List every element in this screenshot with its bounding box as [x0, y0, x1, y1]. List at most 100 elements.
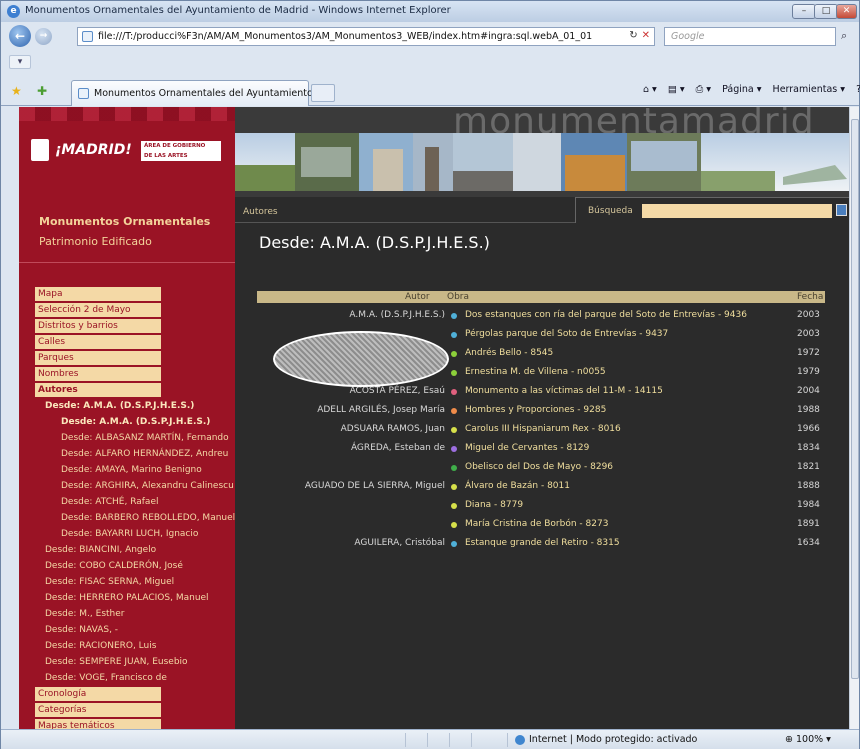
bullet-icon: [451, 408, 457, 414]
home-icon[interactable]: ⌂ ▾: [643, 84, 657, 95]
menu-item[interactable]: Calles: [35, 335, 161, 349]
add-favorites-icon[interactable]: ✚: [37, 84, 47, 98]
site-search-input[interactable]: [642, 204, 832, 218]
bullet-icon: [451, 503, 457, 509]
page-title: Desde: A.M.A. (D.S.P.J.H.E.S.): [259, 233, 490, 252]
work-link[interactable]: Diana - 8779: [465, 500, 523, 510]
author-cell[interactable]: AGUILERA, Cristóbal: [354, 538, 445, 548]
browser-tab[interactable]: Monumentos Ornamentales del Ayuntamiento…: [71, 80, 331, 106]
submenu-item[interactable]: Desde: AMAYA, Marino Benigno: [61, 464, 202, 476]
print-icon[interactable]: ⎙ ▾: [696, 84, 711, 95]
author-cell[interactable]: ADSUARA RAMOS, Juan: [341, 424, 445, 434]
tools-menu[interactable]: Herramientas ▾: [773, 84, 846, 95]
table-row: ADSUARA RAMOS, Juan Carolus III Hispaniar…: [257, 423, 825, 437]
work-link[interactable]: Andrés Bello - 8545: [465, 348, 553, 358]
forward-button[interactable]: →: [35, 28, 52, 45]
tab-autores[interactable]: Autores: [243, 207, 278, 217]
submenu-item[interactable]: Desde: BARBERO REBOLLEDO, Manuel: [61, 512, 235, 524]
menu-item[interactable]: Categorías: [35, 703, 161, 717]
submenu-item[interactable]: Desde: A.M.A. (D.S.P.J.H.E.S.): [61, 416, 210, 428]
author-cell[interactable]: ACOSTA PÉREZ, Esaú: [350, 386, 445, 396]
security-zone[interactable]: Internet | Modo protegido: activado: [515, 734, 697, 745]
new-tab-button[interactable]: [311, 84, 335, 102]
date-cell: 1821: [797, 462, 820, 472]
author-cell[interactable]: ÁGREDA, Esteban de: [351, 443, 445, 453]
header-photo-strip: [235, 133, 849, 191]
submenu-item[interactable]: Desde: RACIONERO, Luis: [45, 640, 156, 652]
search-input[interactable]: Google: [664, 27, 836, 46]
address-url[interactable]: file:///T:/producci%F3n/AM/AM_Monumentos…: [98, 31, 592, 42]
work-link[interactable]: Carolus III Hispaniarum Rex - 8016: [465, 424, 621, 434]
minimize-button[interactable]: –: [792, 4, 816, 19]
links-dropdown-button[interactable]: ▾: [9, 55, 31, 69]
menu-item[interactable]: Parques: [35, 351, 161, 365]
menu-item[interactable]: Mapa: [35, 287, 161, 301]
menu-item[interactable]: Nombres: [35, 367, 161, 381]
work-link[interactable]: Estanque grande del Retiro - 8315: [465, 538, 620, 548]
divider: [235, 222, 575, 223]
author-cell[interactable]: A.M.A. (D.S.P.J.H.E.S.): [349, 310, 445, 320]
menu-item[interactable]: Mapas temáticos: [35, 719, 161, 729]
submenu-item[interactable]: Desde: SEMPERE JUAN, Eusebio: [45, 656, 188, 668]
submenu-item[interactable]: Desde: BAYARRI LUCH, Ignacio: [61, 528, 198, 540]
bullet-icon: [451, 332, 457, 338]
submenu-item[interactable]: Desde: M., Esther: [45, 608, 125, 620]
submenu-item[interactable]: Desde: A.M.A. (D.S.P.J.H.E.S.): [45, 400, 194, 412]
work-link[interactable]: Obelisco del Dos de Mayo - 8296: [465, 462, 613, 472]
feeds-icon[interactable]: ▤ ▾: [668, 84, 685, 95]
submenu-item[interactable]: Desde: NAVAS, -: [45, 624, 118, 636]
submenu-item[interactable]: Desde: ALBASANZ MARTÍN, Fernando: [61, 432, 229, 444]
back-button[interactable]: ←: [9, 25, 31, 47]
menu-item[interactable]: Autores: [35, 383, 161, 397]
submenu-item[interactable]: Desde: VOGE, Francisco de: [45, 672, 167, 684]
stop-icon[interactable]: ✕: [642, 30, 650, 41]
vertical-scrollbar[interactable]: [849, 107, 859, 729]
work-link[interactable]: María Cristina de Borbón - 8273: [465, 519, 608, 529]
work-link[interactable]: Álvaro de Bazán - 8011: [465, 481, 570, 491]
submenu-item[interactable]: Desde: HERRERO PALACIOS, Manuel: [45, 592, 209, 604]
menu-item[interactable]: Distritos y barrios: [35, 319, 161, 333]
section-title[interactable]: Monumentos Ornamentales: [39, 215, 210, 228]
table-row: Obelisco del Dos de Mayo - 8296 1821: [257, 461, 825, 475]
menu-item[interactable]: Selección 2 de Mayo: [35, 303, 161, 317]
bullet-icon: [451, 465, 457, 471]
work-link[interactable]: Dos estanques con ría del parque del Sot…: [465, 310, 747, 320]
page-menu[interactable]: Página ▾: [722, 84, 761, 95]
help-icon[interactable]: ? ▾: [856, 84, 860, 95]
work-link[interactable]: Hombres y Proporciones - 9285: [465, 405, 606, 415]
submenu-item[interactable]: Desde: ARGHIRA, Alexandru Calinescu: [61, 480, 234, 492]
submenu-item[interactable]: Desde: ALFARO HERNÁNDEZ, Andreu: [61, 448, 228, 460]
search-panel: Búsqueda: [575, 197, 849, 223]
date-cell: 2003: [797, 310, 820, 320]
submenu-item[interactable]: Desde: COBO CALDERÓN, José: [45, 560, 183, 572]
work-link[interactable]: Miguel de Cervantes - 8129: [465, 443, 589, 453]
close-button[interactable]: ✕: [836, 4, 857, 19]
window-title: Monumentos Ornamentales del Ayuntamiento…: [25, 5, 451, 16]
bullet-icon: [451, 446, 457, 452]
save-icon[interactable]: [836, 204, 847, 216]
scrollbar-thumb[interactable]: [851, 119, 859, 679]
madrid-logo[interactable]: ¡MADRID! ÁREA DE GOBIERNO DE LAS ARTES: [31, 135, 221, 167]
date-cell: 1972: [797, 348, 820, 358]
refresh-icon[interactable]: ↻: [629, 30, 637, 41]
author-cell[interactable]: AGUADO DE LA SIERRA, Miguel: [305, 481, 445, 491]
work-link[interactable]: Ernestina M. de Villena - n0055: [465, 367, 606, 377]
work-link[interactable]: Pérgolas parque del Soto de Entrevías - …: [465, 329, 668, 339]
favorites-star-icon[interactable]: ★: [11, 84, 22, 98]
date-cell: 1891: [797, 519, 820, 529]
submenu-item[interactable]: Desde: ATCHÉ, Rafael: [61, 496, 158, 508]
search-icon[interactable]: ⌕: [841, 29, 847, 43]
submenu-item[interactable]: Desde: BIANCINI, Angelo: [45, 544, 156, 556]
bullet-icon: [451, 370, 457, 376]
work-link[interactable]: Monumento a las víctimas del 11-M - 1411…: [465, 386, 663, 396]
menu-item[interactable]: Cronología: [35, 687, 161, 701]
date-cell: 1984: [797, 500, 820, 510]
maximize-button[interactable]: □: [814, 4, 838, 19]
date-cell: 1888: [797, 481, 820, 491]
zoom-level[interactable]: ⊕ 100% ▾: [785, 734, 831, 745]
author-cell[interactable]: ADELL ARGILÉS, Josep María: [317, 405, 445, 415]
section-subtitle[interactable]: Patrimonio Edificado: [39, 235, 152, 248]
site-header: monumentamadrid: [235, 107, 849, 205]
address-bar[interactable]: file:///T:/producci%F3n/AM/AM_Monumentos…: [77, 27, 655, 46]
submenu-item[interactable]: Desde: FISAC SERNA, Miguel: [45, 576, 174, 588]
